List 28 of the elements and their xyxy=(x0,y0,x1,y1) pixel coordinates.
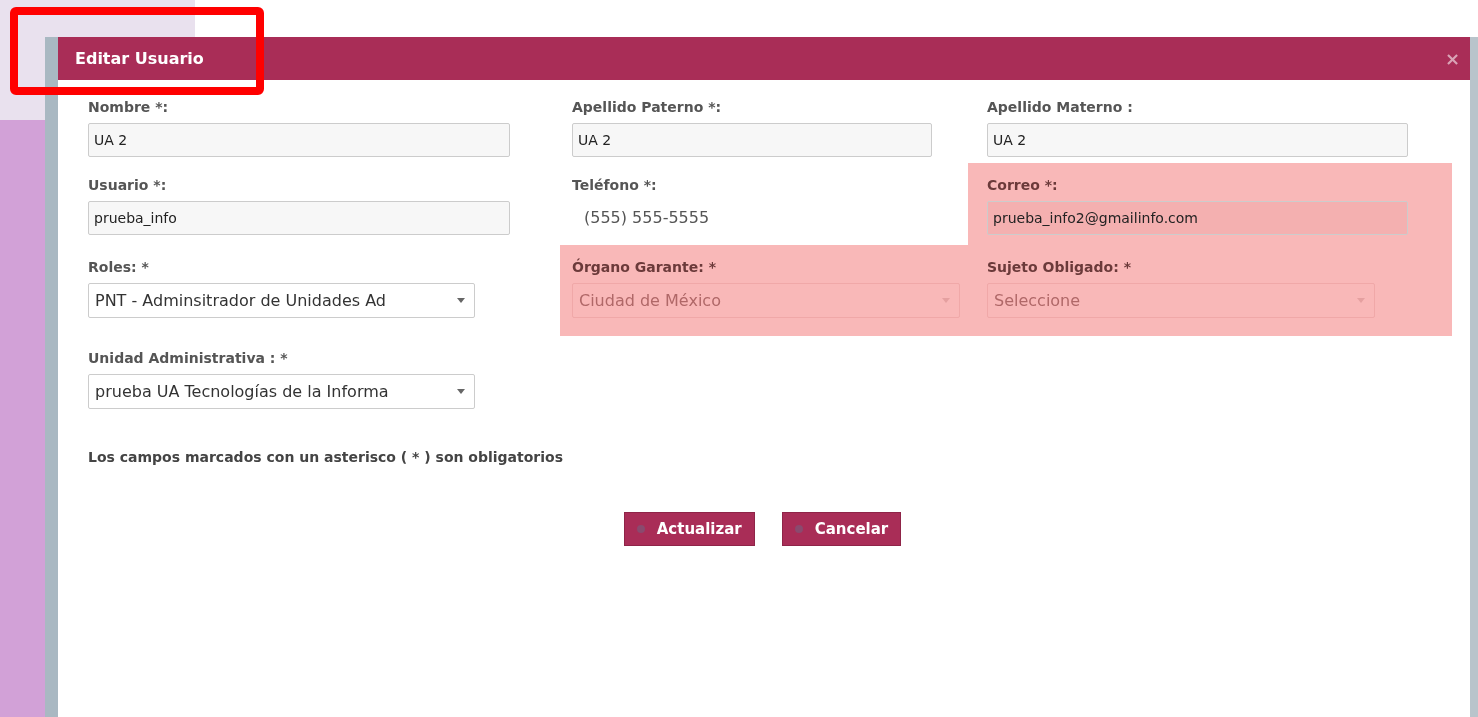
field-label: Apellido Materno : xyxy=(987,98,1134,117)
field-label: Nombre *: xyxy=(88,98,170,117)
dialog-title: Editar Usuario xyxy=(75,47,204,70)
field-label: Unidad Administrativa : * xyxy=(88,349,289,368)
field-label: Órgano Garante: * xyxy=(572,257,717,277)
field-label: Apellido Paterno *: xyxy=(572,98,723,117)
field-label: Correo *: xyxy=(987,176,1059,195)
field-label: Teléfono *: xyxy=(572,176,658,195)
caret-icon xyxy=(942,298,950,303)
text-field[interactable]: prueba_info2@gmailinfo.com xyxy=(987,201,1408,235)
text-field[interactable]: UA 2 xyxy=(987,123,1408,157)
required-note: Los campos marcados con un asterisco ( * ) son obligatorios xyxy=(88,448,565,467)
text-field[interactable]: UA 2 xyxy=(88,123,510,157)
field-label: Sujeto Obligado: * xyxy=(987,258,1132,277)
text-field[interactable]: UA 2 xyxy=(572,123,932,157)
field-label: Roles: * xyxy=(88,258,150,277)
caret-icon xyxy=(457,389,465,394)
action-button[interactable]: Actualizar xyxy=(623,512,755,546)
phone-value: (555) 555-5555 xyxy=(583,207,710,229)
text-field[interactable]: prueba_info xyxy=(88,201,510,235)
field-label: Usuario *: xyxy=(88,176,168,195)
dropdown[interactable]: PNT - Adminsitrador de Unidades Ad xyxy=(88,283,475,318)
caret-icon xyxy=(1357,298,1365,303)
dot-icon xyxy=(636,525,645,533)
dot-icon xyxy=(794,525,803,533)
action-button[interactable]: Cancelar xyxy=(781,512,902,546)
caret-icon xyxy=(457,298,465,303)
dropdown[interactable]: prueba UA Tecnologías de la Informa xyxy=(88,374,475,409)
